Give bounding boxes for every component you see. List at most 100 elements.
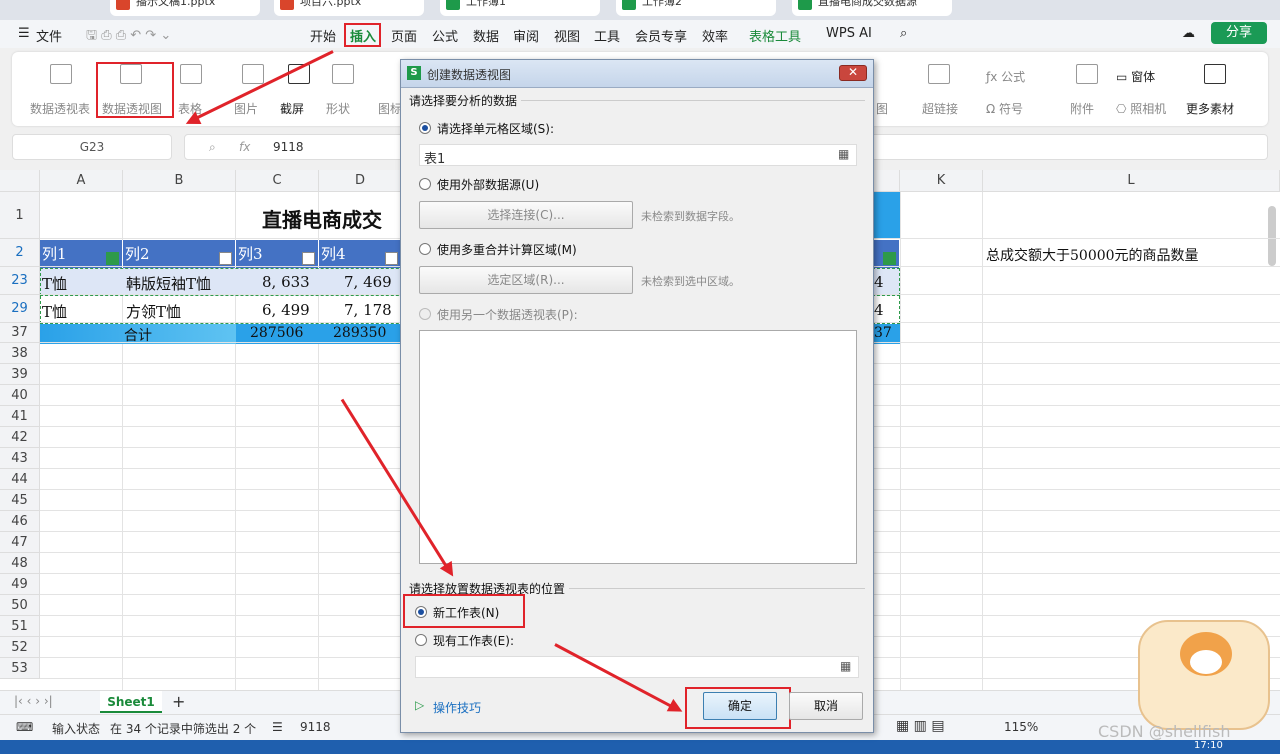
picture-button[interactable]: 图片 [234, 100, 258, 117]
row-header-29[interactable]: 29 [0, 295, 40, 323]
select-all-corner[interactable] [0, 170, 40, 192]
menu-formula[interactable]: 公式 [432, 26, 458, 45]
col-header-l[interactable]: L [983, 170, 1280, 192]
cell-b29[interactable]: 方领T恤 [126, 301, 181, 322]
sheet-nav-icons[interactable]: |‹ ‹ › ›| [14, 694, 53, 708]
cloud-upload-icon[interactable]: ☁ [1182, 26, 1195, 41]
row-header-47[interactable]: 47 [0, 532, 40, 553]
row-header-49[interactable]: 49 [0, 574, 40, 595]
row-header-46[interactable]: 46 [0, 511, 40, 532]
header-col4[interactable]: 列4 [319, 240, 402, 268]
row-header-50[interactable]: 50 [0, 595, 40, 616]
doc-tab-3[interactable]: 工作簿1 [440, 0, 600, 16]
search-icon[interactable]: ⌕ [900, 26, 907, 41]
row-header-39[interactable]: 39 [0, 364, 40, 385]
icon-button[interactable]: 图标 [378, 100, 402, 117]
menu-review[interactable]: 审阅 [513, 26, 539, 45]
col-header-k[interactable]: K [900, 170, 983, 192]
row-header-53[interactable]: 53 [0, 658, 40, 679]
tips-link[interactable]: 操作技巧 [433, 699, 481, 716]
header-col3[interactable]: 列3 [236, 240, 319, 268]
radio-cell-range[interactable] [419, 122, 431, 134]
close-icon[interactable]: ✕ [839, 65, 867, 81]
row-header-41[interactable]: 41 [0, 406, 40, 427]
total-j[interactable]: 37 [874, 325, 892, 341]
doc-tab-2[interactable]: 项目六.pptx [274, 0, 424, 16]
col-header-b[interactable]: B [123, 170, 236, 192]
more-material-button[interactable]: 更多素材 [1186, 100, 1234, 117]
ok-button[interactable]: 确定 [703, 692, 777, 720]
menu-member[interactable]: 会员专享 [635, 26, 687, 45]
doc-tab-1[interactable]: 播示文稿1.pptx [110, 0, 260, 16]
dialog-title-bar[interactable]: S 创建数据透视图 ✕ [401, 60, 873, 88]
vertical-scrollbar[interactable] [1268, 206, 1276, 266]
row-header-42[interactable]: 42 [0, 427, 40, 448]
col-header-c[interactable]: C [236, 170, 319, 192]
row-header-23[interactable]: 23 [0, 267, 40, 295]
col-header-d[interactable]: D [319, 170, 402, 192]
share-button[interactable]: 分享 [1211, 22, 1267, 44]
cell-d23[interactable]: 7, 469 [344, 273, 392, 291]
note-cell[interactable]: 总成交额大于50000元的商品数量 [986, 245, 1199, 265]
cell-c29[interactable]: 6, 499 [262, 301, 310, 319]
cell-c23[interactable]: 8, 633 [262, 273, 310, 291]
row-header-45[interactable]: 45 [0, 490, 40, 511]
menu-tools[interactable]: 工具 [594, 26, 620, 45]
cell-a23[interactable]: T恤 [42, 273, 67, 294]
range-input[interactable]: 表1 ▦ [419, 144, 857, 167]
menu-table-tools[interactable]: 表格工具 [749, 26, 801, 45]
radio-external[interactable] [419, 178, 431, 190]
view-mode-icons[interactable]: ▦ ▥ ▤ [896, 718, 945, 734]
radio-other-pivot[interactable] [419, 308, 431, 320]
col-header-j[interactable] [874, 170, 900, 192]
screenshot-button[interactable]: 截屏 [280, 100, 304, 117]
sheet-tab-sheet1[interactable]: Sheet1 [100, 691, 162, 713]
chart-button[interactable]: 图 [876, 100, 888, 117]
radio-multi-range[interactable] [419, 243, 431, 255]
total-d[interactable]: 289350 [333, 325, 386, 341]
cell-a29[interactable]: T恤 [42, 301, 67, 322]
row-header-37[interactable]: 37 [0, 323, 40, 343]
row-header-1[interactable]: 1 [0, 192, 40, 239]
menu-data[interactable]: 数据 [473, 26, 499, 45]
cell-j29[interactable]: 4 [874, 301, 884, 319]
row-header-2[interactable]: 2 [0, 239, 40, 267]
sheet-title[interactable]: 直播电商成交 [262, 204, 382, 233]
symbol-button[interactable]: Ω 符号 [986, 100, 1023, 117]
menu-wps-ai[interactable]: WPS AI [826, 26, 872, 41]
select-area-button[interactable]: 选定区域(R)... [419, 266, 633, 294]
row-header-44[interactable]: 44 [0, 469, 40, 490]
menu-view[interactable]: 视图 [554, 26, 580, 45]
doc-tab-5[interactable]: 直播电商成交数据源 [792, 0, 952, 16]
row-header-48[interactable]: 48 [0, 553, 40, 574]
radio-existing-sheet[interactable] [415, 634, 427, 646]
hamburger-icon[interactable]: ☰ [18, 26, 30, 41]
filter-dropdown-icon[interactable] [219, 252, 232, 265]
cell-d29[interactable]: 7, 178 [344, 301, 392, 319]
menu-file[interactable]: 文件 [36, 26, 62, 45]
row-header-38[interactable]: 38 [0, 343, 40, 364]
header-colj[interactable] [874, 240, 900, 268]
attachment-button[interactable]: 附件 [1070, 100, 1094, 117]
col-header-a[interactable]: A [40, 170, 123, 192]
menu-efficiency[interactable]: 效率 [702, 26, 728, 45]
select-connection-button[interactable]: 选择连接(C)... [419, 201, 633, 229]
row-header-51[interactable]: 51 [0, 616, 40, 637]
pivot-list-box[interactable] [419, 330, 857, 564]
header-col2[interactable]: 列2 [123, 240, 236, 268]
filter-active-icon[interactable] [883, 252, 896, 265]
filter-dropdown-icon[interactable] [302, 252, 315, 265]
cell-b23[interactable]: 韩版短袖T恤 [126, 273, 211, 294]
filter-active-icon[interactable] [106, 252, 119, 265]
pivot-table-button[interactable]: 数据透视表 [30, 100, 90, 117]
add-sheet-icon[interactable]: + [172, 692, 185, 711]
radio-new-sheet[interactable] [415, 606, 427, 618]
quick-access-icons[interactable]: 🖫 ⎙ ⎙ ↶ ↷ ⌄ [86, 26, 171, 48]
row-header-40[interactable]: 40 [0, 385, 40, 406]
total-c[interactable]: 287506 [250, 325, 303, 341]
cancel-button[interactable]: 取消 [789, 692, 863, 720]
hyperlink-button[interactable]: 超链接 [922, 100, 958, 117]
header-col1[interactable]: 列1 [40, 240, 123, 268]
name-box[interactable]: G23 [12, 134, 172, 160]
filter-dropdown-icon[interactable] [385, 252, 398, 265]
